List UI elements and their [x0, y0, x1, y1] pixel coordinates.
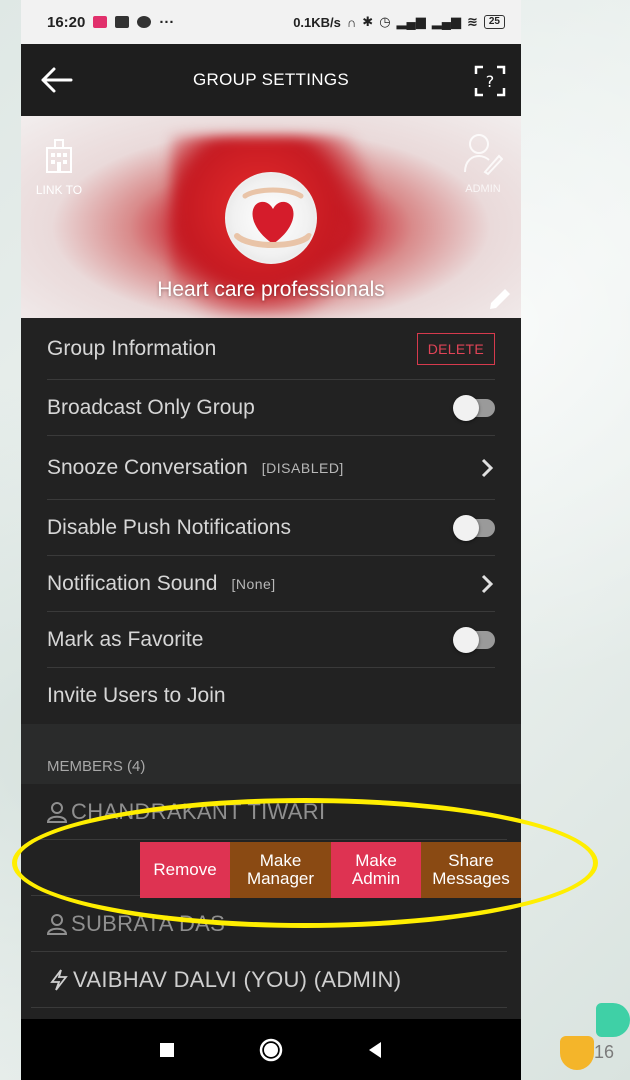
admin-user-icon	[464, 134, 504, 176]
notification-sound-tag: [None]	[231, 575, 276, 592]
status-bar: 16:20 ··· 0.1KB/s ∩ ✱ ◷ ▂▄▆ ▂▄▆ ≋ 25	[21, 0, 521, 44]
phone-screen: 16:20 ··· 0.1KB/s ∩ ✱ ◷ ▂▄▆ ▂▄▆ ≋ 25 GRO…	[21, 0, 521, 1080]
snooze-label: Snooze Conversation	[47, 455, 248, 479]
action-buttons: Remove Make Manager Make Admin Share Mes…	[140, 842, 521, 898]
green-decoration	[596, 1003, 630, 1037]
signal-icon: ▂▄▆	[396, 14, 426, 29]
recents-square-icon[interactable]	[154, 1037, 180, 1063]
admin-label: ADMIN	[465, 183, 501, 195]
make-manager-label-line1: Make	[259, 851, 302, 870]
invite-users-label: Invite Users to Join	[47, 684, 226, 707]
link-to-button[interactable]: LINK TO	[33, 138, 85, 197]
disable-push-toggle[interactable]	[453, 514, 495, 541]
bluetooth-icon: ✱	[362, 14, 374, 29]
settings-list: Group Information DELETE Broadcast Only …	[21, 318, 521, 724]
user-icon	[46, 913, 68, 935]
snooze-status-tag: [DISABLED]	[261, 459, 344, 476]
share-messages-label-line2: Messages	[432, 869, 510, 888]
alarm-icon: ◷	[379, 14, 391, 29]
make-admin-label-line2: Admin	[351, 869, 401, 888]
invite-users-row[interactable]: Invite Users to Join	[47, 668, 495, 724]
remove-label: Remove	[153, 860, 217, 879]
group-avatar[interactable]	[225, 172, 317, 264]
status-time: 16:20	[47, 13, 86, 31]
broadcast-only-toggle[interactable]	[453, 394, 495, 421]
make-admin-label-line1: Make	[355, 851, 397, 870]
orange-decoration	[560, 1036, 594, 1070]
member-name: VAIBHAV DALVI (YOU) (ADMIN)	[73, 966, 402, 992]
wifi-icon: ≋	[466, 14, 478, 29]
delete-button[interactable]: DELETE	[416, 332, 495, 365]
group-banner: LINK TO ADMIN Heart care professionals	[21, 116, 521, 318]
app-notification-icon	[93, 16, 108, 28]
home-circle-icon[interactable]	[258, 1037, 284, 1063]
notification-sound-label: Notification Sound	[47, 571, 218, 595]
help-scan-icon[interactable]: ?	[473, 64, 507, 98]
chevron-right-icon	[481, 574, 494, 593]
back-arrow-icon[interactable]	[39, 64, 73, 96]
member-row[interactable]: SUBRATA DAS	[31, 896, 507, 952]
link-to-label: LINK TO	[35, 183, 83, 197]
user-icon	[46, 801, 68, 823]
members-header: MEMBERS (4)	[21, 724, 521, 784]
svg-text:?: ?	[486, 72, 495, 91]
notification-sound-row[interactable]: Notification Sound [None]	[47, 556, 495, 612]
admin-button[interactable]: ADMIN	[457, 132, 509, 195]
group-information-row[interactable]: Group Information DELETE	[47, 318, 495, 380]
network-speed: 0.1KB/s	[293, 14, 341, 30]
chevron-right-icon	[481, 458, 494, 477]
back-triangle-icon[interactable]	[362, 1037, 388, 1063]
member-name: CHANDRAKANT TIWARI	[71, 798, 326, 824]
battery-icon: 25	[483, 15, 505, 29]
share-messages-label-line1: Share	[448, 851, 494, 870]
mail-icon	[115, 16, 130, 28]
share-messages-button[interactable]: Share Messages	[421, 842, 521, 898]
group-information-label: Group Information	[47, 336, 217, 360]
building-icon	[46, 139, 72, 173]
make-manager-label-line2: Manager	[246, 869, 315, 888]
signal-icon-2: ▂▄▆	[431, 14, 461, 29]
mark-favorite-toggle[interactable]	[453, 626, 495, 653]
edit-pencil-icon[interactable]	[487, 286, 513, 312]
toggle-knob	[453, 514, 479, 541]
member-row-self[interactable]: VAIBHAV DALVI (YOU) (ADMIN)	[31, 952, 507, 1008]
mark-favorite-row[interactable]: Mark as Favorite	[47, 612, 495, 668]
member-swipe-actions: Remove Make Manager Make Admin Share Mes…	[31, 840, 521, 898]
call-icon	[137, 16, 152, 28]
group-name: Heart care professionals	[157, 278, 385, 301]
snooze-row[interactable]: Snooze Conversation [DISABLED]	[47, 436, 495, 500]
broadcast-only-row[interactable]: Broadcast Only Group	[47, 380, 495, 436]
heart-hands-icon	[234, 187, 312, 248]
broadcast-only-label: Broadcast Only Group	[47, 395, 255, 419]
more-dots: ···	[159, 13, 175, 31]
remove-button[interactable]: Remove	[140, 842, 230, 898]
disable-push-row[interactable]: Disable Push Notifications	[47, 500, 495, 556]
notification-icons: ···	[93, 14, 174, 31]
disable-push-label: Disable Push Notifications	[47, 515, 291, 539]
status-right: 0.1KB/s ∩ ✱ ◷ ▂▄▆ ▂▄▆ ≋ 25	[293, 14, 505, 30]
toggle-knob	[453, 626, 479, 653]
page-title: GROUP SETTINGS	[193, 70, 349, 89]
toggle-knob	[453, 394, 479, 421]
android-nav-bar	[21, 1019, 521, 1080]
make-manager-button[interactable]: Make Manager	[230, 842, 331, 898]
make-admin-button[interactable]: Make Admin	[331, 842, 421, 898]
lightning-icon	[50, 968, 68, 991]
member-row[interactable]: CHANDRAKANT TIWARI	[31, 784, 507, 840]
headset-icon: ∩	[346, 14, 357, 30]
app-bar: GROUP SETTINGS ?	[21, 44, 521, 116]
page-number: 16	[594, 1042, 615, 1062]
member-name: SUBRATA DAS	[71, 910, 226, 936]
mark-favorite-label: Mark as Favorite	[47, 627, 204, 651]
